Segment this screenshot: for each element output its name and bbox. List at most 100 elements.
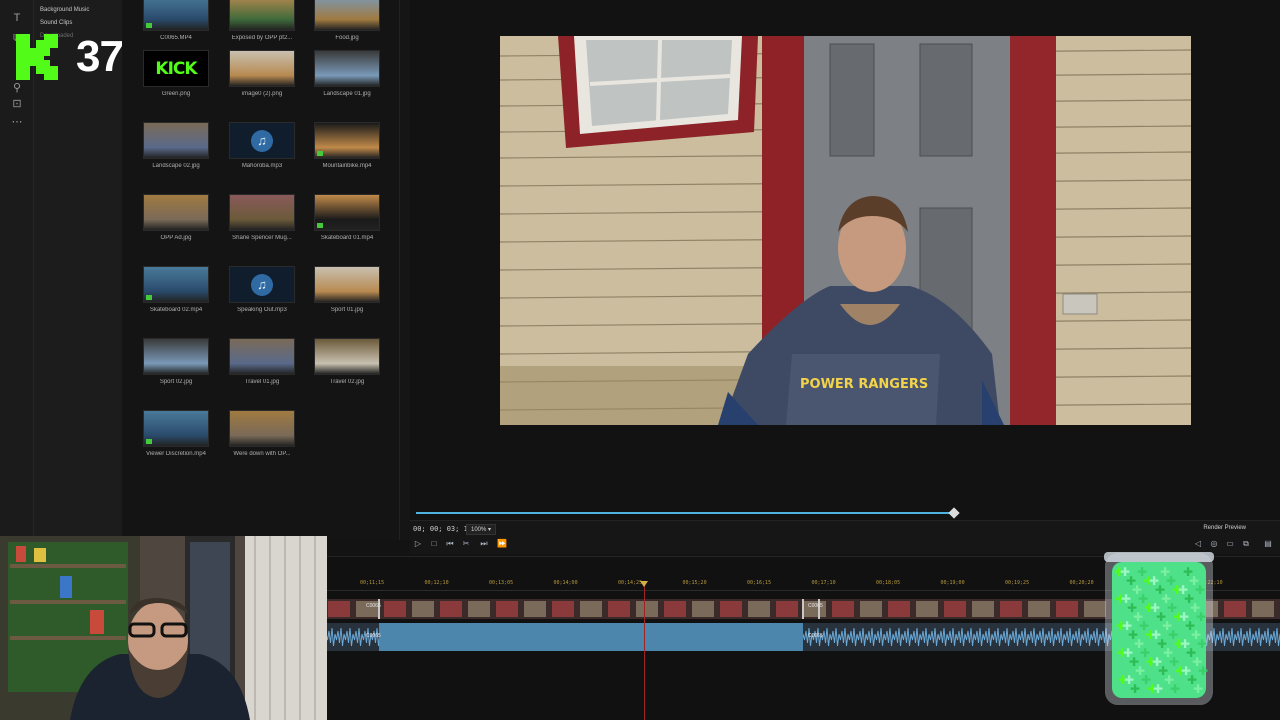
media-item-label: Speaking Out.mp3 [237,307,287,313]
preview-scrubber[interactable] [416,512,954,514]
media-item[interactable]: C0065.MP4 [136,0,216,41]
media-item[interactable]: OPP Ad.jpg [136,194,216,241]
zoom-value: 100% [471,527,487,533]
media-item[interactable]: Food.jpg [307,0,387,41]
media-item-label: Green.png [161,91,191,97]
media-thumbnail [143,194,209,231]
category-sound-clips[interactable]: Sound Clips [40,20,72,26]
fast-forward-icon[interactable]: ⏩ [496,538,508,550]
playhead[interactable] [644,581,645,720]
media-item-label: Viewer Discretion.mp4 [146,451,206,457]
media-item-label: Exposed by OPP pt2... [231,35,293,41]
music-note-icon: ♫ [251,273,273,296]
media-item-label: Skateboard 02.mp4 [149,307,203,313]
aspect-icon[interactable]: ▭ [1224,538,1236,550]
svg-text:✚: ✚ [1193,682,1203,696]
ruler-tick-label: 00;14;25 [618,580,643,586]
video-editor-app: T ⧉ ⚲ ⊡ ⋯ Background Music Sound Clips D… [0,0,1280,720]
effects-icon[interactable]: ⚲ [9,80,25,96]
media-thumbnail [143,0,209,31]
media-item[interactable]: Sport 01.jpg [307,266,387,313]
timecode-display: 00; 00; 03; 12 [413,525,473,533]
ruler-tick-label: 00;14;00 [553,580,578,586]
media-item[interactable]: Exposed by OPP pt2... [222,0,302,41]
music-note-icon: ♫ [251,129,273,152]
media-thumbnail [314,0,380,31]
ruler-tick-label: 00;19;25 [1005,580,1030,586]
video-badge-icon [317,151,323,156]
media-item[interactable]: ♫ Speaking Out.mp3 [222,266,302,313]
more-icon[interactable]: ⋯ [9,114,25,130]
ruler-tick-label: 00;16;15 [747,580,772,586]
ruler-tick-label: 00;13;05 [489,580,514,586]
clip-label: C0065 [366,633,381,639]
media-item-label: Food.jpg [335,35,359,41]
split-icon[interactable]: ✂ [460,538,472,550]
media-thumbnail [314,338,380,375]
selected-audio-clip[interactable] [379,623,803,651]
ruler-tick-label: 00;12;10 [424,580,449,586]
media-thumbnail: ♫ [229,122,295,159]
media-thumbnail [314,194,380,231]
stop-icon[interactable]: □ [428,538,440,550]
svg-text:✚: ✚ [1197,637,1207,651]
media-item[interactable]: Travel 02.jpg [307,338,387,385]
media-item-label: Sport 01.jpg [330,307,364,313]
media-item[interactable]: image0 (2).png [222,50,302,97]
media-thumbnail: ♫ [229,266,295,303]
media-item[interactable]: KICK Green.png [136,50,216,97]
media-item[interactable]: Viewer Discretion.mp4 [136,410,216,457]
media-item-label: Sport 02.jpg [159,379,193,385]
media-item[interactable]: Travel 01.jpg [222,338,302,385]
thumbnail-text: KICK [155,58,197,79]
play-icon[interactable]: ▷ [412,538,424,550]
scrubber-handle[interactable] [948,507,960,519]
media-thumbnail [143,122,209,159]
zoom-select[interactable]: 100% ▾ [466,524,497,535]
prev-frame-icon[interactable]: ⏮ [444,538,456,550]
svg-text:✚: ✚ [1153,682,1163,696]
media-thumbnail [314,50,380,87]
media-item-label: Were down with OP... [233,451,291,457]
clip-label: C0065 [808,633,823,639]
media-thumbnail [143,410,209,447]
media-item-label: Travel 02.jpg [329,379,365,385]
media-item[interactable]: Were down with OP... [222,410,302,457]
text-icon[interactable]: T [9,10,25,26]
video-badge-icon [146,23,152,28]
clip-label: C0065 [808,603,823,609]
media-item[interactable]: Skateboard 02.mp4 [136,266,216,313]
media-item[interactable]: ♫ Mahoroba.mp3 [222,122,302,169]
media-item[interactable]: Sport 02.jpg [136,338,216,385]
next-frame-icon[interactable]: ⏭ [478,538,490,550]
ruler-tick-label: 00;15;20 [682,580,707,586]
category-background-music[interactable]: Background Music [40,7,89,13]
svg-text:✚: ✚ [1195,583,1205,597]
media-thumbnail [229,50,295,87]
media-item-label: Landscape 02.jpg [152,163,200,169]
media-item[interactable]: Landscape 01.jpg [307,50,387,97]
ruler-tick-label: 00;17;10 [811,580,836,586]
media-item[interactable]: Landscape 02.jpg [136,122,216,169]
render-preview-button[interactable]: Render Preview [1203,525,1246,531]
media-thumbnail [314,266,380,303]
svg-text:✚: ✚ [1196,610,1206,624]
webcam-overlay [0,536,327,720]
media-item-label: C0065.MP4 [160,35,192,41]
kick-logo-icon [16,34,58,80]
media-item[interactable]: Shane Spencer Mug... [222,194,302,241]
media-thumbnail [143,266,209,303]
pip-icon[interactable]: ⊡ [9,96,25,112]
media-thumbnail [143,338,209,375]
media-item[interactable]: Mountainbike.mp4 [307,122,387,169]
panel-splitter[interactable] [400,0,410,540]
ratio-icon[interactable]: ▤ [1262,538,1274,550]
svg-text:✚: ✚ [1170,682,1180,696]
svg-text:✚: ✚ [1198,664,1208,678]
ruler-tick-label: 00;20;20 [1069,580,1094,586]
media-item-label: Skateboard 01.mp4 [320,235,374,241]
media-item[interactable]: Skateboard 01.mp4 [307,194,387,241]
video-badge-icon [146,295,152,300]
video-badge-icon [317,223,323,228]
detach-icon[interactable]: ⧉ [1240,538,1252,550]
